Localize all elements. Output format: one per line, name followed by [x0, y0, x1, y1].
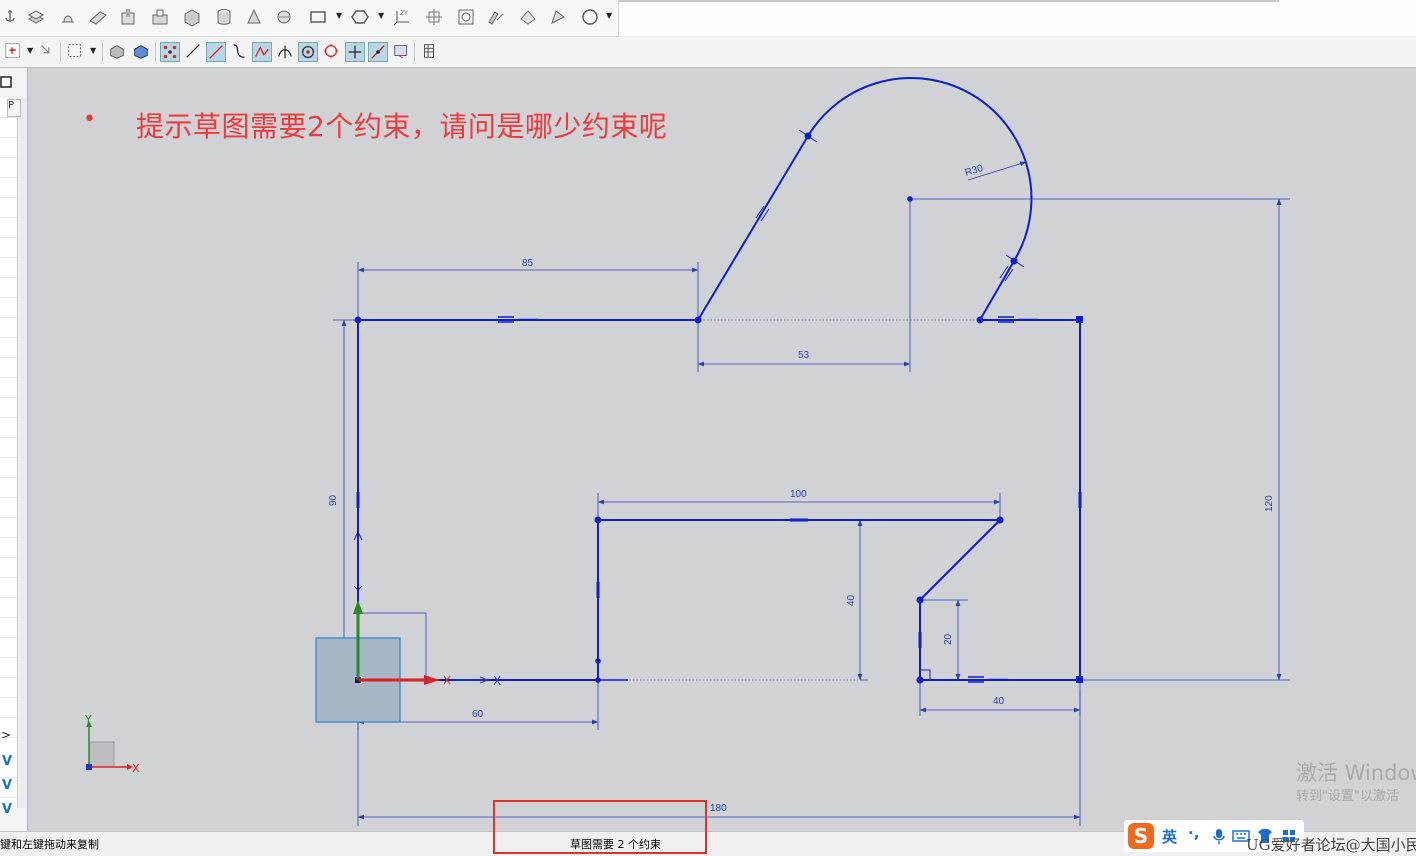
spline-icon[interactable] [252, 42, 272, 62]
sweep-icon[interactable] [88, 7, 108, 27]
dimension-lines [341, 161, 1282, 820]
snap-point-icon[interactable] [160, 42, 180, 62]
dim-120[interactable]: 120 [1264, 495, 1275, 512]
cylinder-icon[interactable] [214, 7, 234, 27]
grid-icon[interactable] [420, 42, 438, 60]
expand-arrow-icon[interactable]: > [1, 728, 11, 742]
x-axis-label: X [493, 674, 501, 688]
extrude-icon[interactable] [26, 7, 46, 27]
panel-tab[interactable]: P [7, 99, 21, 117]
dim-180[interactable]: 180 [710, 803, 727, 814]
mirror-icon[interactable] [486, 7, 506, 27]
shaded-edges-icon[interactable] [132, 42, 150, 60]
blend-icon[interactable] [548, 7, 568, 27]
toolbar-blank-area [619, 0, 1416, 36]
selection-box-icon[interactable] [66, 42, 84, 60]
sphere-icon[interactable] [274, 7, 294, 27]
boss-icon[interactable] [150, 7, 170, 27]
annotation-question: 提示草图需要2个约束，请问是哪少约束呢 [136, 110, 668, 143]
block-icon[interactable] [182, 7, 202, 27]
chevron-down-icon[interactable]: V [2, 778, 12, 793]
view-triad [86, 721, 133, 770]
curve-icon[interactable] [230, 42, 248, 60]
graphics-window[interactable]: 85 53 R30 90 100 40 20 120 60 40 180 X Y… [28, 68, 1416, 831]
datum-plane-icon[interactable] [424, 7, 444, 27]
circle-icon[interactable] [322, 42, 340, 60]
sketch-origin-icon[interactable] [4, 42, 22, 60]
ime-language-toggle[interactable]: 英 [1162, 826, 1177, 847]
resource-panel: P > V V V [0, 68, 28, 831]
forum-watermark: UG爱好者论坛@大国小民 [1246, 836, 1416, 854]
dim-90[interactable]: 90 [328, 494, 339, 506]
dim-53[interactable]: 53 [798, 350, 810, 361]
activation-watermark-hint: 转到"设置"以激活 [1296, 789, 1399, 804]
triad-y-label: Y [84, 713, 92, 726]
dim-20[interactable]: 20 [943, 633, 954, 645]
circle-center-icon[interactable] [298, 42, 318, 62]
constraint-line-icon[interactable] [206, 42, 226, 62]
activation-watermark: 激活 Window [1296, 761, 1416, 785]
circle-icon[interactable] [580, 7, 600, 27]
triad-x-label: X [132, 762, 140, 775]
dimension-extension-lines [333, 198, 1290, 826]
window-restore-icon[interactable] [0, 76, 12, 88]
dim-r30[interactable]: R30 [964, 163, 985, 179]
constraint-symbols [353, 129, 1082, 683]
pattern-icon[interactable] [518, 7, 538, 27]
ime-logo[interactable]: S [1128, 823, 1154, 849]
move-icon[interactable] [38, 42, 56, 60]
ime-punctuation-toggle[interactable]: ·, [1188, 824, 1199, 842]
chevron-down-icon[interactable]: V [2, 754, 12, 769]
point-icon[interactable] [456, 7, 476, 27]
view-icon[interactable] [392, 42, 410, 60]
dim-40-vertical[interactable]: 40 [846, 594, 857, 606]
slope-icon[interactable] [368, 42, 388, 62]
sketch-toolbar: ▼ ▼ [0, 37, 1416, 68]
cone-icon[interactable] [244, 7, 264, 27]
chevron-down-icon[interactable]: V [2, 802, 12, 817]
microphone-icon[interactable] [1210, 827, 1228, 845]
dim-100[interactable]: 100 [790, 489, 807, 500]
rectangle-icon[interactable] [308, 7, 328, 27]
anchor-icon[interactable] [0, 7, 20, 27]
cross-point-icon[interactable] [345, 42, 365, 62]
dim-40-horizontal[interactable]: 40 [993, 696, 1005, 707]
coordinate-system-icon[interactable]: ZY [392, 7, 412, 27]
annotation-bullet: • [83, 107, 96, 132]
status-hint: 键和左键拖动来复制 [0, 838, 99, 851]
sketch-vertices[interactable] [354, 132, 1084, 684]
intersection-icon[interactable] [276, 42, 294, 60]
hole-icon[interactable] [118, 7, 138, 27]
dim-60[interactable]: 60 [472, 709, 484, 720]
shade-icon[interactable] [108, 42, 126, 60]
reference-lines [598, 319, 980, 681]
panel-scrollbar[interactable] [19, 98, 26, 808]
highlight-box [493, 800, 707, 854]
part-navigator-list[interactable] [0, 98, 18, 808]
polygon-icon[interactable] [350, 7, 370, 27]
line-icon[interactable] [184, 42, 202, 60]
dim-85[interactable]: 85 [522, 258, 534, 269]
svg-text:ZY: ZY [400, 10, 408, 17]
revolve-icon[interactable] [58, 7, 78, 27]
feature-toolbar: ▼ ▼ ZY ▼ [0, 0, 619, 37]
